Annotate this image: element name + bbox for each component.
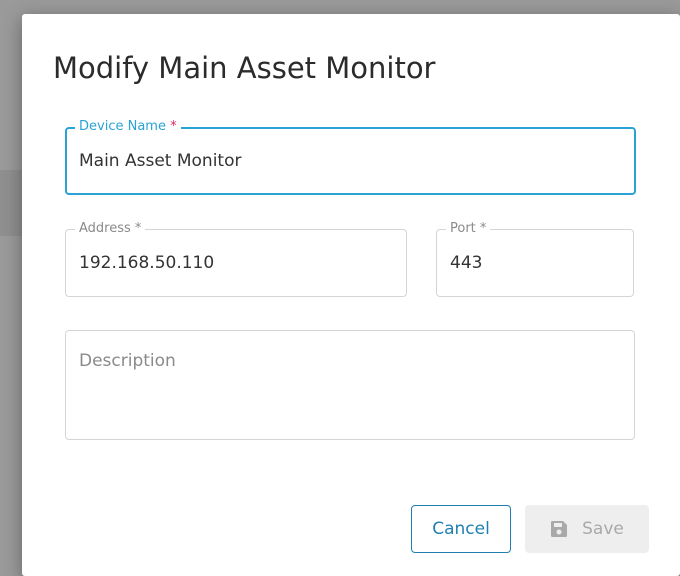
- save-button[interactable]: Save: [525, 505, 649, 553]
- floppy-disk-icon: [550, 520, 568, 538]
- save-button-label: Save: [582, 519, 624, 539]
- description-textarea[interactable]: [79, 351, 624, 429]
- address-field: Address *: [65, 221, 407, 297]
- background-page-strip: [0, 170, 22, 236]
- modify-device-dialog: Modify Main Asset Monitor Device Name * …: [22, 14, 680, 576]
- device-name-input[interactable]: [79, 129, 624, 193]
- description-field: [65, 330, 635, 440]
- address-input[interactable]: [79, 230, 396, 296]
- port-field: Port *: [436, 221, 634, 297]
- cancel-button[interactable]: Cancel: [411, 505, 511, 553]
- device-name-field: Device Name *: [65, 119, 636, 195]
- port-input[interactable]: [450, 230, 623, 296]
- dialog-title: Modify Main Asset Monitor: [53, 51, 436, 85]
